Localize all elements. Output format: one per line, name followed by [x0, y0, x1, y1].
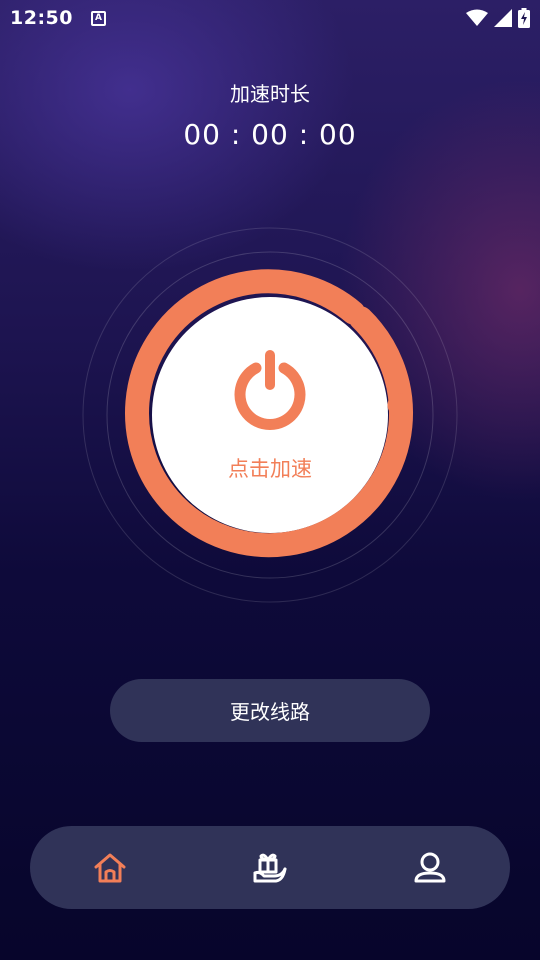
wifi-icon — [466, 9, 488, 26]
status-bar: 12:50 A — [0, 0, 540, 36]
acceleration-timer: 00 : 00 : 00 — [183, 118, 357, 151]
acceleration-duration-title: 加速时长 — [230, 82, 310, 106]
home-icon — [94, 853, 126, 882]
change-route-button[interactable]: 更改线路 — [110, 679, 430, 742]
battery-charging-icon — [518, 8, 530, 28]
notification-a-icon: A — [90, 10, 106, 26]
nav-item-home[interactable] — [70, 838, 150, 898]
user-icon — [414, 852, 446, 882]
nav-item-gift[interactable] — [230, 838, 310, 898]
power-button[interactable] — [150, 295, 390, 535]
gift-hand-icon — [253, 853, 287, 882]
nav-item-profile[interactable] — [390, 838, 470, 898]
status-icons — [466, 8, 530, 28]
power-label: 点击加速 — [228, 457, 312, 481]
power-area: 点击加速 — [80, 225, 460, 605]
status-time: 12:50 — [10, 7, 73, 29]
change-route-label: 更改线路 — [230, 700, 310, 724]
signal-icon — [494, 9, 512, 27]
bottom-nav — [30, 826, 510, 909]
